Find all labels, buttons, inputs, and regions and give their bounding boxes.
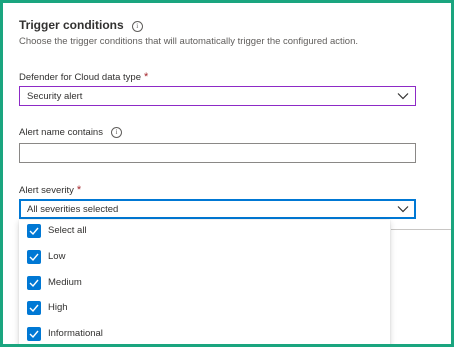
section-title-text: Trigger conditions bbox=[19, 18, 124, 32]
option-label: High bbox=[48, 302, 68, 313]
alert-name-label-text: Alert name contains bbox=[19, 127, 103, 138]
required-marker: * bbox=[144, 71, 149, 83]
trigger-conditions-panel: Trigger conditions i Choose the trigger c… bbox=[0, 0, 454, 347]
alert-name-label: Alert name contains i bbox=[19, 127, 122, 138]
option-select-all[interactable]: Select all bbox=[19, 220, 390, 242]
checkbox-high[interactable] bbox=[27, 301, 41, 315]
alert-severity-select[interactable]: All severities selected bbox=[19, 199, 416, 219]
divider bbox=[391, 229, 451, 230]
alert-severity-label: Alert severity * bbox=[19, 184, 81, 196]
option-low[interactable]: Low bbox=[19, 246, 390, 268]
checkmark-icon bbox=[29, 227, 39, 236]
checkbox-informational[interactable] bbox=[27, 327, 41, 341]
option-label: Medium bbox=[48, 277, 82, 288]
data-type-value: Security alert bbox=[27, 91, 83, 102]
section-title: Trigger conditions i bbox=[19, 18, 143, 32]
info-icon[interactable]: i bbox=[110, 127, 122, 138]
alert-name-input[interactable] bbox=[19, 143, 416, 163]
data-type-label: Defender for Cloud data type * bbox=[19, 71, 148, 83]
severity-dropdown: Select all Low Medium High Informational bbox=[19, 220, 390, 344]
option-high[interactable]: High bbox=[19, 297, 390, 319]
checkbox-low[interactable] bbox=[27, 250, 41, 264]
checkmark-icon bbox=[29, 330, 39, 339]
checkmark-icon bbox=[29, 279, 39, 288]
checkmark-icon bbox=[29, 253, 39, 262]
checkmark-icon bbox=[29, 304, 39, 313]
option-label: Informational bbox=[48, 328, 103, 339]
data-type-label-text: Defender for Cloud data type bbox=[19, 72, 141, 83]
option-medium[interactable]: Medium bbox=[19, 272, 390, 294]
alert-severity-value: All severities selected bbox=[27, 204, 119, 215]
required-marker: * bbox=[76, 184, 82, 196]
section-description: Choose the trigger conditions that will … bbox=[19, 36, 359, 47]
data-type-select[interactable]: Security alert bbox=[19, 86, 416, 106]
checkbox-medium[interactable] bbox=[27, 276, 41, 290]
option-label: Low bbox=[48, 251, 66, 262]
alert-severity-label-text: Alert severity bbox=[19, 185, 74, 196]
info-icon[interactable]: i bbox=[131, 21, 143, 32]
chevron-down-icon bbox=[397, 93, 409, 100]
option-label: Select all bbox=[48, 225, 87, 236]
chevron-down-icon bbox=[397, 206, 409, 213]
checkbox-select-all[interactable] bbox=[27, 224, 41, 238]
option-informational[interactable]: Informational bbox=[19, 323, 390, 344]
